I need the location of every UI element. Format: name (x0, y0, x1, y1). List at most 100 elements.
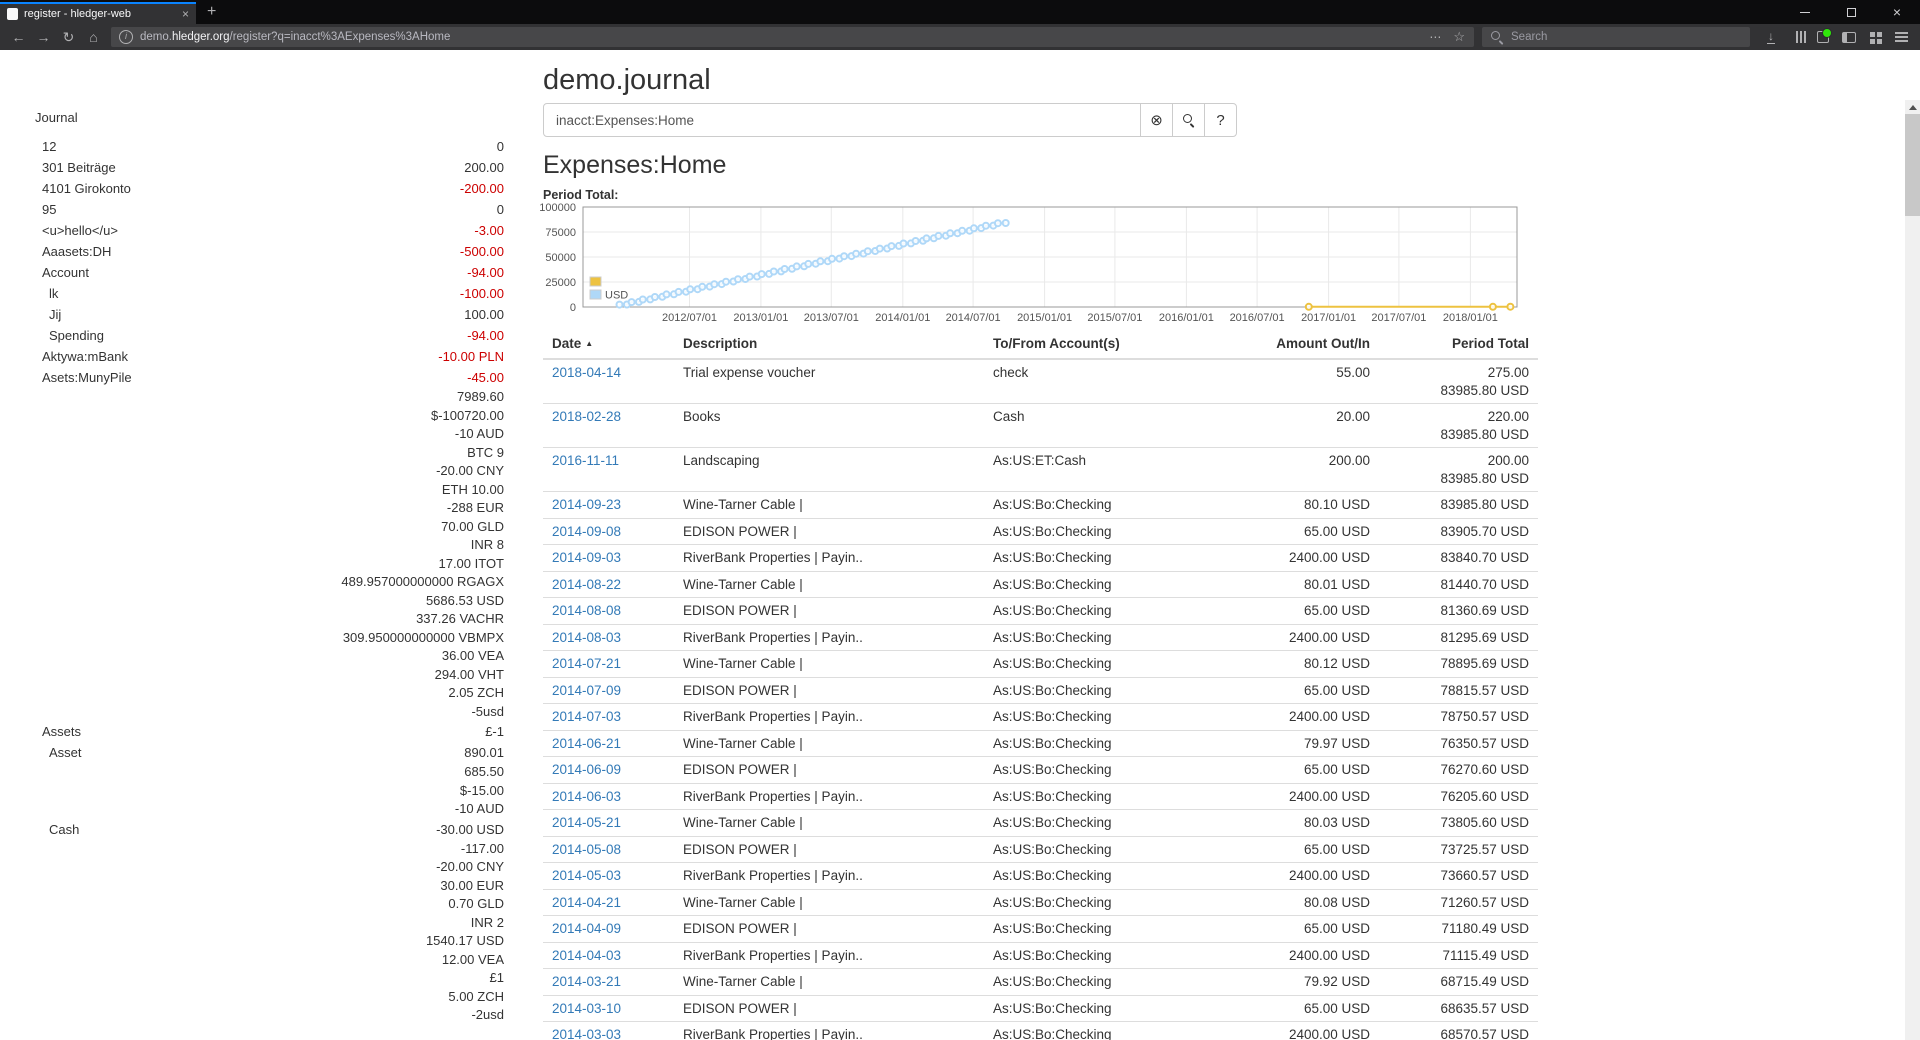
register-period-total: 78750.57 USD (1379, 704, 1538, 731)
account-link[interactable]: Jij (35, 304, 61, 325)
transaction-date-link[interactable]: 2014-09-23 (552, 497, 621, 512)
transaction-date-link[interactable]: 2014-05-21 (552, 815, 621, 830)
transaction-date-link[interactable]: 2018-02-28 (552, 409, 621, 424)
account-link[interactable]: 12 (35, 136, 56, 157)
column-account[interactable]: To/From Account(s) (984, 329, 1234, 359)
transaction-date-link[interactable]: 2014-04-09 (552, 921, 621, 936)
account-link[interactable]: Cash (35, 819, 79, 840)
transaction-date-link[interactable]: 2014-08-22 (552, 577, 621, 592)
register-amount: 20.00 (1234, 404, 1379, 448)
account-balance: -288 EUR (447, 499, 504, 518)
query-input[interactable] (543, 103, 1141, 137)
transaction-date-link[interactable]: 2014-06-03 (552, 789, 621, 804)
scrollbar-thumb[interactable] (1905, 114, 1920, 216)
account-link[interactable]: 301 Beiträge (35, 157, 116, 178)
account-link[interactable]: 95 (35, 199, 56, 220)
browser-search-field[interactable]: Search (1482, 27, 1750, 47)
account-link[interactable]: Aaasets:DH (35, 241, 111, 262)
transaction-date-link[interactable]: 2014-07-21 (552, 656, 621, 671)
register-description: Wine-Tarner Cable | (674, 969, 984, 996)
account-link[interactable]: Asset (35, 742, 82, 763)
close-icon: × (1893, 5, 1901, 19)
account-link[interactable]: Assets (35, 721, 81, 742)
back-button[interactable]: ← (6, 26, 31, 48)
site-info-icon[interactable]: i (119, 30, 133, 44)
register-amount: 79.92 USD (1234, 969, 1379, 996)
grid-button[interactable] (1862, 26, 1888, 48)
transaction-date-link[interactable]: 2014-09-03 (552, 550, 621, 565)
transaction-date-link[interactable]: 2014-05-08 (552, 842, 621, 857)
column-amount[interactable]: Amount Out/In (1234, 329, 1379, 359)
downloads-button[interactable]: ↓ (1758, 26, 1784, 48)
register-account: As:US:Bo:Checking (984, 598, 1234, 625)
sidebar-balance-row: ETH 10.00 (35, 481, 504, 500)
library-button[interactable] (1784, 26, 1810, 48)
search-icon (1490, 30, 1504, 44)
account-link[interactable]: Spending (35, 325, 104, 346)
browser-tab[interactable]: register - hledger-web × (0, 2, 196, 24)
column-date[interactable]: Date▲ (543, 329, 674, 359)
transaction-date-link[interactable]: 2014-08-08 (552, 603, 621, 618)
sidebar-balance-row: -2usd (35, 1006, 504, 1025)
transaction-date-link[interactable]: 2014-03-10 (552, 1001, 621, 1016)
account-link[interactable]: <u>hello</u> (35, 220, 118, 241)
account-link[interactable]: Account (35, 262, 89, 283)
column-period-total[interactable]: Period Total (1379, 329, 1538, 359)
tab-close-icon[interactable]: × (182, 8, 189, 20)
account-balance: 337.26 VACHR (416, 610, 504, 629)
transaction-date-link[interactable]: 2014-09-08 (552, 524, 621, 539)
forward-button[interactable]: → (31, 26, 56, 48)
svg-text:75000: 75000 (545, 227, 576, 239)
home-button[interactable]: ⌂ (81, 26, 106, 48)
sidebar-balance-row: 337.26 VACHR (35, 610, 504, 629)
url-bar[interactable]: i demo.hledger.org/register?q=inacct%3AE… (111, 27, 1474, 47)
transaction-date-link[interactable]: 2014-07-03 (552, 709, 621, 724)
account-link[interactable]: Asets:MunyPile (35, 367, 132, 388)
transaction-date-link[interactable]: 2014-06-21 (552, 736, 621, 751)
sidebar-balance-row: 7989.60 (35, 388, 504, 407)
account-link[interactable]: Aktywa:mBank (35, 346, 128, 367)
transaction-date-link[interactable]: 2016-11-11 (552, 453, 619, 468)
page-actions-icon[interactable]: ⋯ (1424, 30, 1446, 44)
window-maximize-button[interactable] (1828, 0, 1874, 24)
transaction-date-link[interactable]: 2014-04-21 (552, 895, 621, 910)
transaction-date-link[interactable]: 2014-03-21 (552, 974, 621, 989)
reload-button[interactable]: ↻ (56, 26, 81, 48)
window-minimize-button[interactable] (1782, 0, 1828, 24)
transaction-date-link[interactable]: 2014-08-03 (552, 630, 621, 645)
clear-query-button[interactable]: ⊗ (1140, 103, 1173, 137)
page-scrollbar[interactable] (1905, 100, 1920, 1040)
sidebar-account-row: Jij100.00 (35, 304, 504, 325)
search-form: ⊗ ? (543, 103, 1920, 137)
window-close-button[interactable]: × (1874, 0, 1920, 24)
sidebar-journal-link[interactable]: Journal (35, 110, 504, 126)
register-table: Date▲ Description To/From Account(s) Amo… (543, 329, 1538, 1040)
register-period-total: 83985.80 USD (1379, 492, 1538, 519)
register-row: 2014-07-21Wine-Tarner Cable |As:US:Bo:Ch… (543, 651, 1538, 678)
new-tab-button[interactable]: + (196, 1, 227, 23)
account-link[interactable]: 4101 Girokonto (35, 178, 131, 199)
menu-button[interactable] (1888, 26, 1914, 48)
column-description[interactable]: Description (674, 329, 984, 359)
transaction-date-link[interactable]: 2014-03-03 (552, 1027, 621, 1040)
svg-text:2015/01/01: 2015/01/01 (1017, 312, 1072, 324)
register-amount: 65.00 USD (1234, 995, 1379, 1022)
account-link[interactable]: lk (35, 283, 58, 304)
submit-search-button[interactable] (1172, 103, 1205, 137)
transaction-date-link[interactable]: 2014-06-09 (552, 762, 621, 777)
sidebar-balance-row: 685.50 (35, 763, 504, 782)
search-icon (1182, 113, 1196, 127)
extension-button[interactable] (1810, 26, 1836, 48)
transaction-date-link[interactable]: 2018-04-14 (552, 365, 621, 380)
transaction-date-link[interactable]: 2014-05-03 (552, 868, 621, 883)
account-balance: 685.50 (464, 763, 504, 782)
help-button[interactable]: ? (1204, 103, 1237, 137)
transaction-date-link[interactable]: 2014-04-03 (552, 948, 621, 963)
scroll-up-icon[interactable] (1909, 105, 1917, 110)
register-description: RiverBank Properties | Payin.. (674, 942, 984, 969)
register-period-total: 68715.49 USD (1379, 969, 1538, 996)
sidebar-balance-row: $-15.00 (35, 782, 504, 801)
transaction-date-link[interactable]: 2014-07-09 (552, 683, 621, 698)
sidebar-toggle-button[interactable] (1836, 26, 1862, 48)
bookmark-star-icon[interactable]: ☆ (1446, 29, 1472, 45)
